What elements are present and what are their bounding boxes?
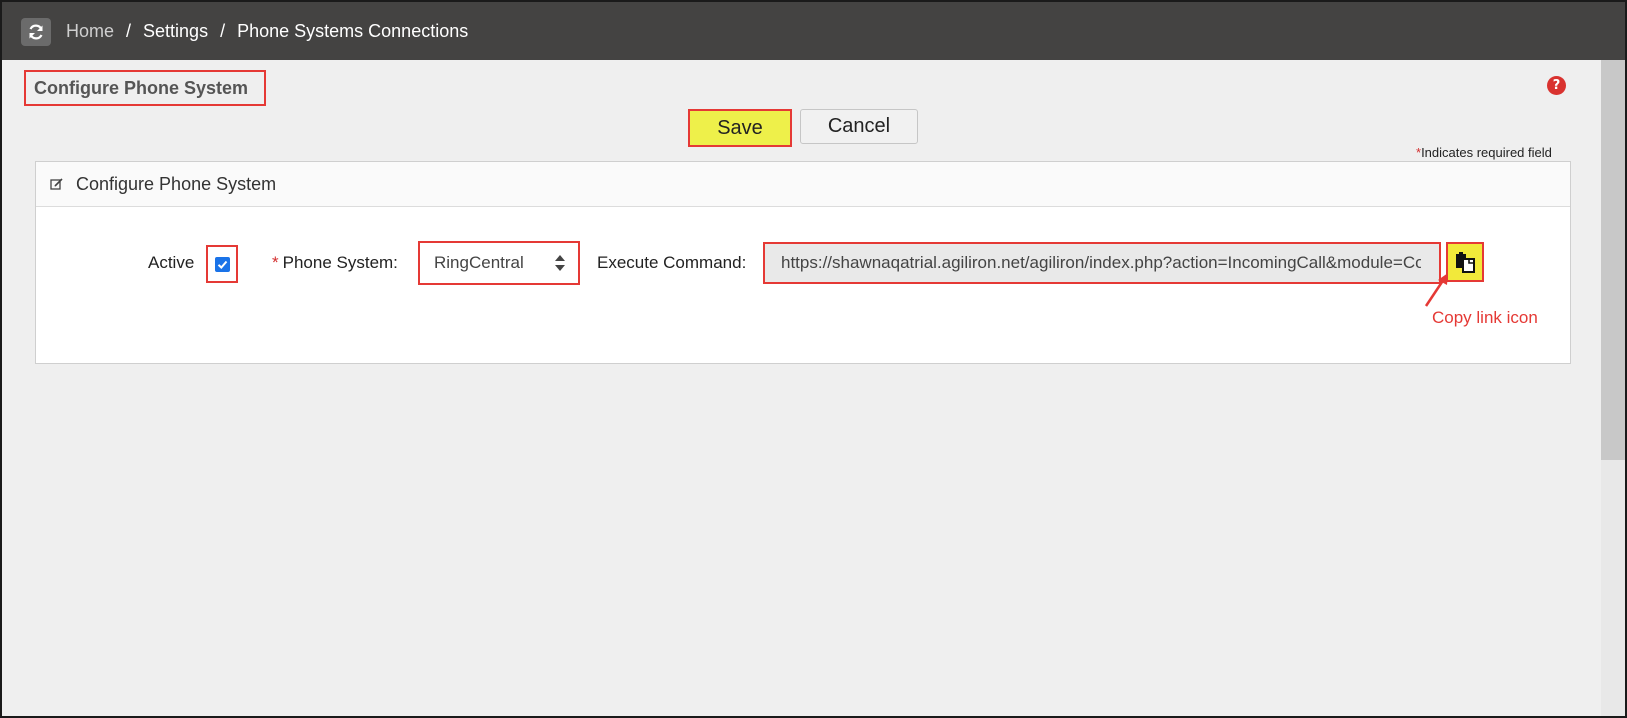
cancel-button[interactable]: Cancel — [800, 109, 918, 144]
phone-system-value: RingCentral — [434, 253, 524, 272]
active-checkbox-highlight — [206, 245, 238, 283]
execute-command-field[interactable]: https://shawnaqatrial.agiliron.net/agili… — [763, 242, 1441, 284]
edit-icon — [50, 177, 64, 191]
required-field-note: *Indicates required field — [1416, 145, 1552, 160]
annotation-arrow-icon — [1424, 273, 1448, 307]
save-button[interactable]: Save — [688, 109, 792, 147]
scrollbar-thumb[interactable] — [1601, 60, 1625, 460]
copy-link-annotation: Copy link icon — [1432, 308, 1538, 327]
help-icon[interactable]: ? — [1547, 76, 1566, 95]
select-arrows-icon — [555, 255, 565, 271]
required-star: * — [272, 253, 279, 272]
breadcrumb-settings[interactable]: Settings — [143, 21, 208, 42]
phone-system-label-text: Phone System: — [282, 253, 398, 272]
breadcrumb-current: Phone Systems Connections — [237, 21, 469, 41]
phone-system-select[interactable]: RingCentral — [418, 241, 580, 285]
top-bar: Home / Settings / Phone Systems Connecti… — [2, 2, 1625, 60]
panel-header: Configure Phone System — [36, 162, 1570, 207]
configure-panel: Configure Phone System Active * Phone Sys… — [35, 161, 1571, 364]
refresh-button[interactable] — [21, 18, 51, 46]
app-frame: Home / Settings / Phone Systems Connecti… — [0, 0, 1627, 718]
execute-command-value: https://shawnaqatrial.agiliron.net/agili… — [781, 253, 1421, 272]
phone-system-label: * Phone System: — [272, 253, 398, 273]
checkmark-icon — [217, 260, 227, 269]
breadcrumb: Home / Settings / Phone Systems Connecti… — [66, 21, 468, 42]
panel-title: Configure Phone System — [76, 173, 277, 194]
breadcrumb-separator: / — [126, 21, 132, 41]
active-checkbox[interactable] — [214, 256, 230, 272]
breadcrumb-home[interactable]: Home — [66, 21, 114, 42]
breadcrumb-separator: / — [220, 21, 226, 41]
execute-command-label: Execute Command: — [597, 253, 747, 272]
page-title: Configure Phone System — [24, 70, 266, 106]
required-note-text: Indicates required field — [1421, 145, 1552, 160]
active-label: Active — [148, 253, 195, 272]
refresh-icon — [29, 24, 43, 40]
